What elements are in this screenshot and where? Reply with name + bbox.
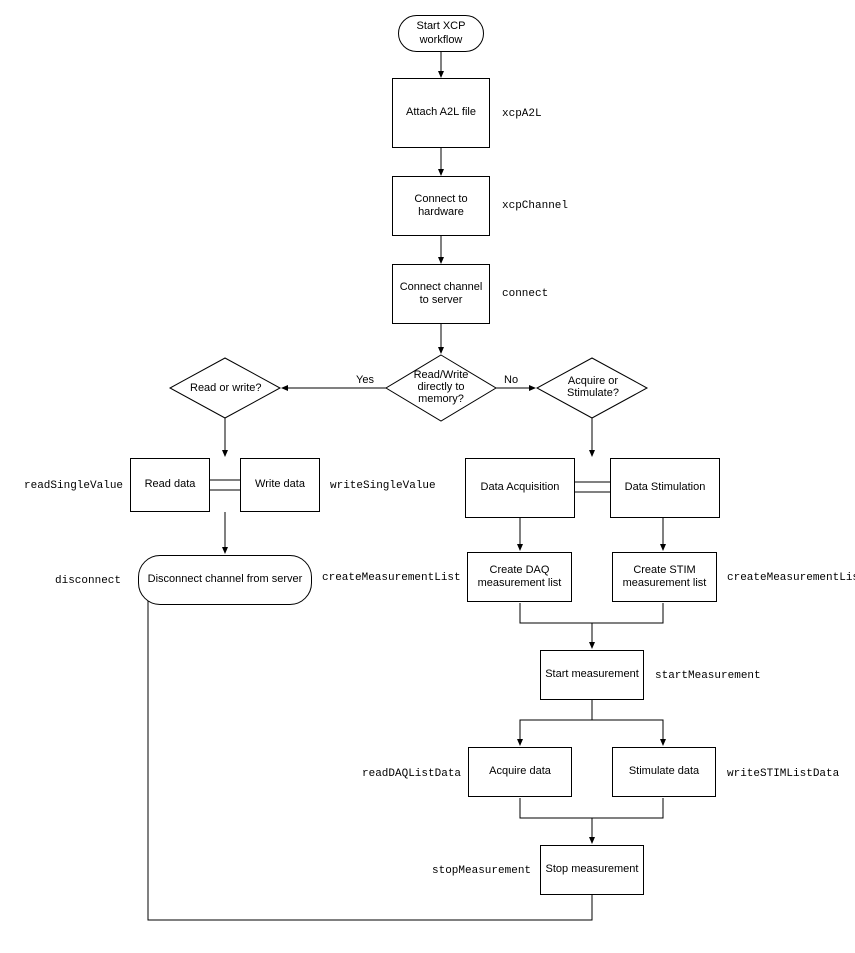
stopmeasurement-label: stopMeasurement [432, 865, 531, 877]
read-data-label: Read data [145, 478, 196, 491]
data-stimulation-node: Data Stimulation [610, 458, 720, 518]
stop-measurement-node: Stop measurement [540, 845, 644, 895]
data-acquisition-node: Data Acquisition [465, 458, 575, 518]
read-data-node: Read data [130, 458, 210, 512]
stimulate-data-node: Stimulate data [612, 747, 716, 797]
write-data-label: Write data [255, 478, 305, 491]
stop-measurement-label: Stop measurement [546, 863, 639, 876]
connect-hardware-node: Connect to hardware [392, 176, 490, 236]
read-or-write-label: Read or write? [190, 382, 260, 394]
xcpa2l-label: xcpA2L [502, 108, 542, 120]
readsinglevalue-label: readSingleValue [24, 480, 123, 492]
createmeaslist-right-label: createMeasurementList [727, 572, 855, 584]
no-edge-label: No [504, 374, 518, 386]
acq-or-stim-label: Acquire or Stimulate? [558, 375, 628, 399]
disconnect-label: Disconnect channel from server [148, 573, 303, 586]
writestimlistdata-label: writeSTIMListData [727, 768, 839, 780]
start-node: Start XCP workflow [398, 15, 484, 52]
createmeaslist-left-label: createMeasurementList [322, 572, 461, 584]
rw-mem-label: Read/Write directly to memory? [404, 369, 478, 405]
start-label: Start XCP workflow [403, 20, 479, 46]
stimulate-data-label: Stimulate data [629, 765, 699, 778]
create-stim-label: Create STIM measurement list [617, 564, 712, 590]
create-stim-node: Create STIM measurement list [612, 552, 717, 602]
connect-channel-label: Connect channel to server [397, 281, 485, 307]
connect-hardware-label: Connect to hardware [397, 193, 485, 219]
startmeasurement-label: startMeasurement [655, 670, 761, 682]
write-data-node: Write data [240, 458, 320, 512]
start-measurement-label: Start measurement [545, 668, 639, 681]
attach-a2l-label: Attach A2L file [406, 106, 476, 119]
yes-edge-label: Yes [356, 374, 374, 386]
create-daq-node: Create DAQ measurement list [467, 552, 572, 602]
data-acquisition-label: Data Acquisition [481, 481, 560, 494]
writesinglevalue-label: writeSingleValue [330, 480, 436, 492]
connect-channel-node: Connect channel to server [392, 264, 490, 324]
disconnect-fn-label: disconnect [55, 575, 121, 587]
readdaqlistdata-label: readDAQListData [362, 768, 461, 780]
disconnect-node: Disconnect channel from server [138, 555, 312, 605]
acquire-data-label: Acquire data [489, 765, 551, 778]
connect-fn-label: connect [502, 288, 548, 300]
xcpchannel-label: xcpChannel [502, 200, 568, 212]
create-daq-label: Create DAQ measurement list [472, 564, 567, 590]
data-stimulation-label: Data Stimulation [625, 481, 706, 494]
acquire-data-node: Acquire data [468, 747, 572, 797]
start-measurement-node: Start measurement [540, 650, 644, 700]
attach-a2l-node: Attach A2L file [392, 78, 490, 148]
